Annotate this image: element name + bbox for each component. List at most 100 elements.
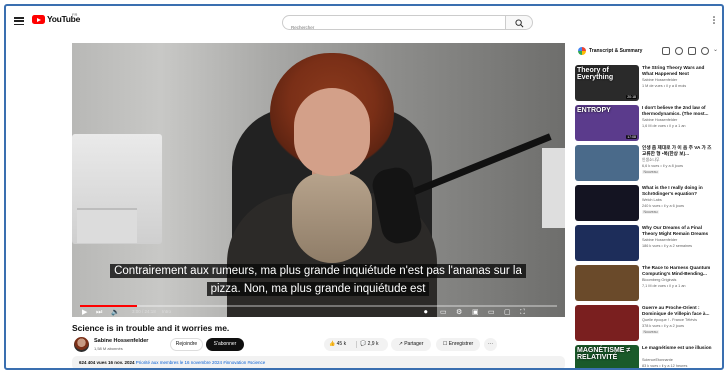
transcript-export-icon[interactable] bbox=[688, 47, 696, 55]
miniplayer-icon[interactable]: ▣ bbox=[472, 308, 479, 317]
recommendation-title[interactable]: Le magnétisme est une illusion bbox=[642, 345, 714, 351]
duration-badge: 17:08 bbox=[626, 135, 637, 139]
chevron-down-icon[interactable]: ⌄ bbox=[713, 46, 718, 53]
recommendation-thumbnail[interactable]: ENTROPY 17:08 bbox=[575, 105, 639, 141]
recommendation-item[interactable]: ENTROPY 17:08 I don't believe the 2nd law … bbox=[575, 103, 722, 143]
settings-icon[interactable]: ⚙ bbox=[456, 308, 462, 317]
progress-bar[interactable] bbox=[80, 305, 557, 307]
description-views: 624 404 vues 16 nov. 2024 bbox=[79, 360, 135, 365]
more-options-icon[interactable]: ⋮ bbox=[719, 106, 722, 113]
recommendation-channel[interactable]: Bloomberg Originals bbox=[642, 278, 676, 282]
youtube-logo-icon[interactable] bbox=[32, 15, 45, 24]
new-badge: Nouveau bbox=[642, 330, 660, 334]
like-dislike-group: 👍 45 k 💬 2,9 k bbox=[324, 338, 388, 351]
recommendation-meta: 83 k vues • il y a 12 heures bbox=[642, 364, 688, 368]
thumbnail-text: Theory of Everything bbox=[577, 67, 614, 81]
recommendation-item[interactable]: Why Our Dreams of a Final Theory Might R… bbox=[575, 223, 722, 263]
progress-fill bbox=[80, 305, 138, 307]
more-actions-icon[interactable]: ··· bbox=[484, 338, 497, 351]
recommendation-title[interactable]: The Race to Harness Quantum Computing's … bbox=[642, 265, 714, 277]
join-button[interactable]: Rejoindre bbox=[170, 338, 203, 351]
channel-avatar[interactable] bbox=[74, 337, 89, 352]
recommendation-list: Theory of Everything 20:18 The String Theo… bbox=[575, 63, 722, 368]
recommendation-item[interactable]: MAGNÉTISME ≠ RELATIVITÉ Le magnétisme est… bbox=[575, 343, 722, 368]
recommendation-item[interactable]: What is the I really doing in Schrödinge… bbox=[575, 183, 722, 223]
channel-name[interactable]: Sabine Hossenfelder bbox=[94, 338, 148, 344]
recommendation-title[interactable]: Why Our Dreams of a Final Theory Might R… bbox=[642, 225, 714, 237]
chapter-label[interactable]: Intro bbox=[162, 309, 171, 314]
recommendation-item[interactable]: Theory of Everything 20:18 The String Theo… bbox=[575, 63, 722, 103]
country-code: FR bbox=[72, 12, 78, 17]
share-button[interactable]: ↗ Partager bbox=[391, 338, 431, 351]
play-icon[interactable]: ▶ bbox=[82, 308, 87, 317]
video-presenter-face bbox=[294, 88, 370, 176]
recommendation-channel[interactable]: Sabine Hossenfelder bbox=[642, 238, 677, 242]
like-separator bbox=[356, 341, 357, 348]
duration-badge: 20:18 bbox=[626, 95, 637, 99]
thumbnail-text: MAGNÉTISME ≠ RELATIVITÉ bbox=[577, 347, 631, 361]
recommendation-item[interactable]: Guerre au Proche-Orient : Dominique de V… bbox=[575, 303, 722, 343]
recommendation-channel[interactable]: 인생소나무 bbox=[642, 158, 659, 163]
search-box[interactable] bbox=[282, 15, 505, 34]
recommendation-channel[interactable]: Quelle époque ! - France Télévis bbox=[642, 318, 697, 322]
description-link[interactable]: Priorité aux membres le 16 novembre 2024… bbox=[136, 360, 266, 365]
save-button[interactable]: ☐ Enregistrer bbox=[436, 338, 480, 351]
more-options-icon[interactable]: ⋮ bbox=[719, 146, 722, 153]
cast-icon[interactable]: ▢ bbox=[504, 308, 511, 317]
recommendation-channel[interactable]: Sabine Hossenfelder bbox=[642, 118, 677, 122]
recommendation-thumbnail[interactable]: Theory of Everything 20:18 bbox=[575, 65, 639, 101]
comments-button[interactable]: 💬 2,9 k bbox=[360, 338, 378, 351]
like-button[interactable]: 👍 45 k bbox=[329, 338, 346, 351]
more-options-icon[interactable]: ⋮ bbox=[719, 346, 722, 353]
recommendation-title[interactable]: What is the I really doing in Schrödinge… bbox=[642, 185, 714, 197]
new-badge: Nouveau bbox=[642, 170, 660, 174]
transcript-settings-icon[interactable] bbox=[701, 47, 709, 55]
recommendation-thumbnail[interactable] bbox=[575, 305, 639, 341]
new-badge: Nouveau bbox=[642, 210, 660, 214]
more-options-icon[interactable]: ⋮ bbox=[719, 226, 722, 233]
fullscreen-icon[interactable]: ⛶ bbox=[520, 308, 525, 317]
video-player[interactable]: Contrairement aux rumeurs, ma plus grand… bbox=[72, 43, 565, 317]
next-icon[interactable]: ⏭ bbox=[96, 308, 102, 317]
volume-icon[interactable]: 🔈 bbox=[111, 308, 120, 317]
transcript-label[interactable]: Transcript & Summary bbox=[589, 48, 642, 54]
search-input[interactable] bbox=[283, 21, 505, 34]
recommendation-meta: 7,1 M de vues • il y a 1 an bbox=[642, 284, 686, 288]
more-options-icon[interactable]: ⋮ bbox=[719, 186, 722, 193]
video-printer-tray bbox=[77, 208, 137, 243]
recommendation-channel[interactable]: ScienceEtonnante bbox=[642, 358, 673, 362]
search-icon bbox=[515, 19, 524, 28]
recommendation-thumbnail[interactable]: MAGNÉTISME ≠ RELATIVITÉ bbox=[575, 345, 639, 368]
search-button[interactable] bbox=[505, 15, 533, 30]
transcript-ai-icon[interactable] bbox=[675, 47, 683, 55]
more-options-icon[interactable]: ⋮ bbox=[719, 266, 722, 273]
recommendation-channel[interactable]: Sabine Hossenfelder bbox=[642, 78, 677, 82]
more-options-icon[interactable]: ⋮ bbox=[719, 66, 722, 73]
recommendation-thumbnail[interactable] bbox=[575, 145, 639, 181]
captions-icon[interactable]: ▭ bbox=[440, 308, 447, 317]
description-box[interactable]: 624 404 vues 16 nov. 2024 Priorité aux m… bbox=[72, 356, 565, 368]
recommendation-thumbnail[interactable] bbox=[575, 185, 639, 221]
recommendation-item[interactable]: The Race to Harness Quantum Computing's … bbox=[575, 263, 722, 303]
transcript-copy-icon[interactable] bbox=[662, 47, 670, 55]
more-options-icon[interactable] bbox=[710, 16, 718, 24]
recommendation-title[interactable]: 인생 좀 제대로 가 이 음 주 VA 가 즈 교류한 형 •복(한상 보)..… bbox=[642, 145, 714, 157]
recommendation-thumbnail[interactable] bbox=[575, 225, 639, 261]
recommendation-title[interactable]: The String Theory Wars and What Happened… bbox=[642, 65, 714, 77]
transcript-summary-bar[interactable]: Transcript & Summary ⌄ bbox=[573, 43, 721, 60]
transcript-logo-icon bbox=[578, 47, 586, 55]
recommendation-item[interactable]: 인생 좀 제대로 가 이 음 주 VA 가 즈 교류한 형 •복(한상 보)..… bbox=[575, 143, 722, 183]
recommendation-meta: 378 k vues • il y a 2 jours bbox=[642, 324, 685, 328]
recommendation-thumbnail[interactable] bbox=[575, 265, 639, 301]
autoplay-toggle-icon[interactable]: ⏺ bbox=[424, 308, 428, 317]
thumbnail-text: ENTROPY bbox=[577, 107, 611, 114]
subscribe-button[interactable]: S'abonner bbox=[206, 338, 244, 351]
top-bar: YouTube FR bbox=[6, 6, 722, 38]
recommendation-meta: 186 k vues • il y a 2 semaines bbox=[642, 244, 693, 248]
recommendation-title[interactable]: Guerre au Proche-Orient : Dominique de V… bbox=[642, 305, 714, 317]
recommendation-title[interactable]: I don't believe the 2nd law of thermodyn… bbox=[642, 105, 714, 117]
menu-icon[interactable] bbox=[14, 17, 24, 25]
more-options-icon[interactable]: ⋮ bbox=[719, 306, 722, 313]
theater-icon[interactable]: ▭ bbox=[488, 308, 495, 317]
recommendation-channel[interactable]: Welch Labs bbox=[642, 198, 662, 202]
